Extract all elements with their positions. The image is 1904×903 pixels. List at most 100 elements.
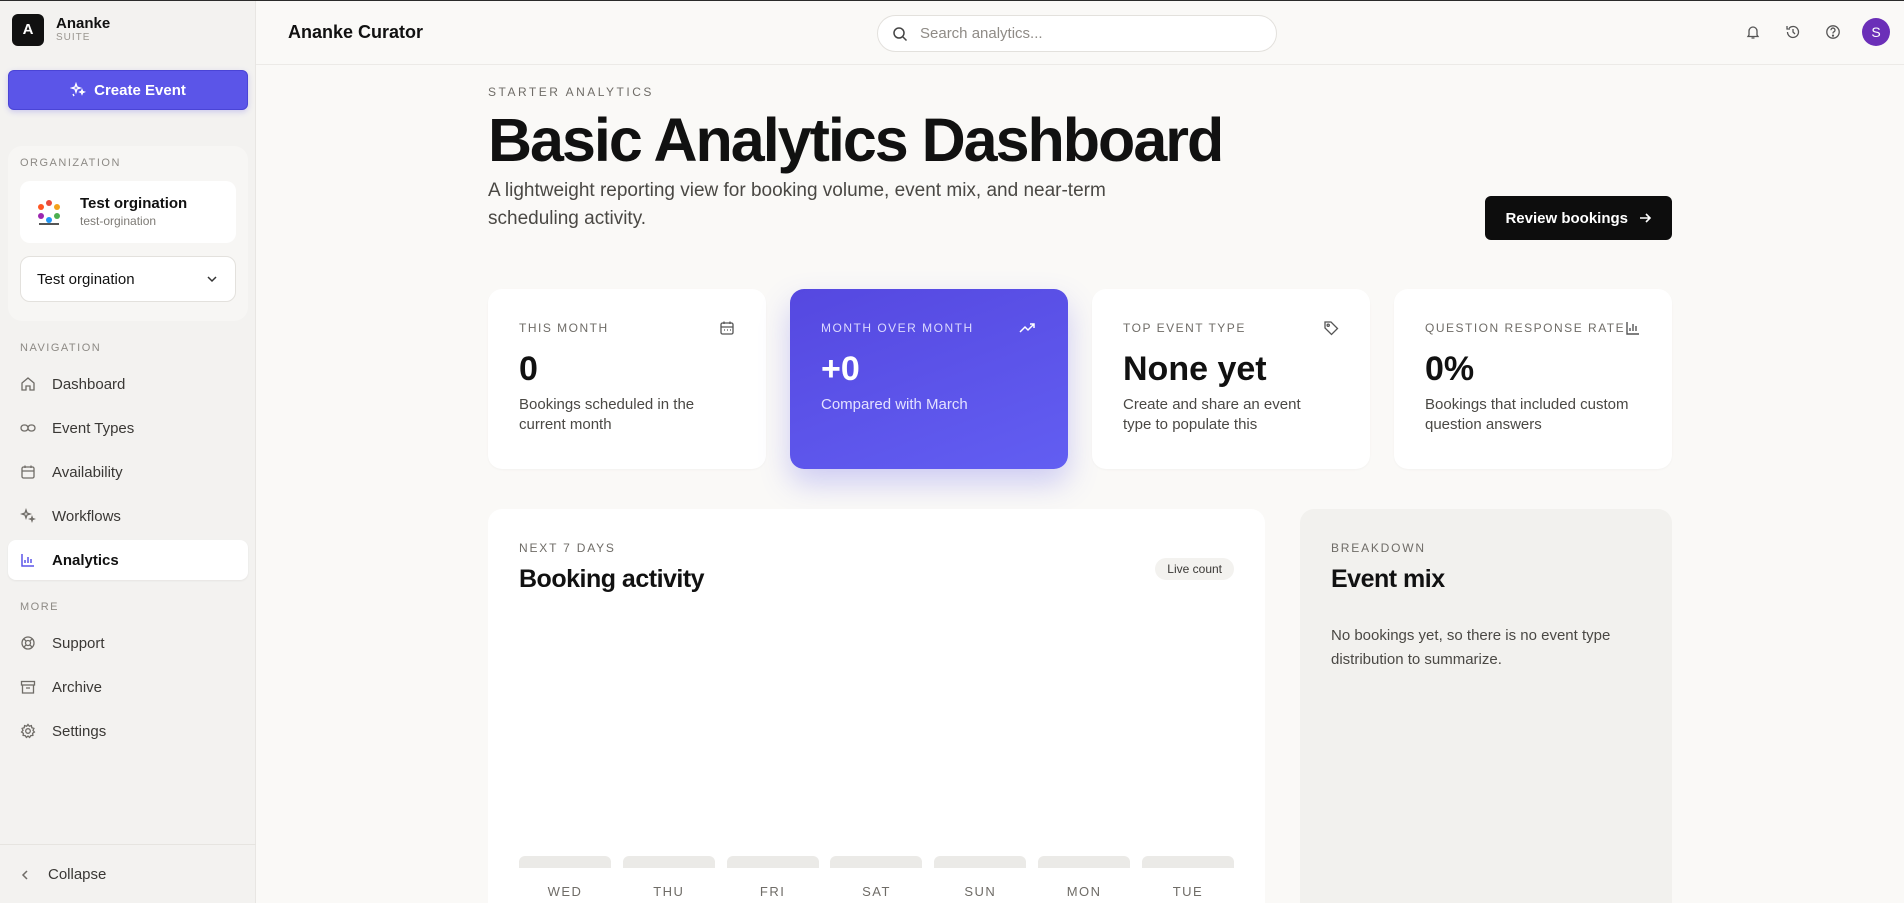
navigation-list: Dashboard Event Types Availability Workf… [8,364,248,584]
day-label: WED [547,884,583,899]
day-label: TUE [1172,884,1204,899]
home-icon [20,376,36,392]
bar-chart-icon [1626,322,1639,335]
brand[interactable]: A Ananke SUITE [0,1,255,46]
sidebar-item-settings[interactable]: Settings [8,711,248,751]
day-column: TUE [1141,856,1234,899]
sidebar-item-label: Archive [52,678,103,696]
day-bar [830,856,923,868]
brand-logo: A [12,13,44,46]
organization-section-label: ORGANIZATION [20,157,121,169]
arrow-right-icon [1640,213,1652,223]
page-description: A lightweight reporting view for booking… [488,180,1106,229]
chevron-down-icon [207,276,217,283]
stat-value: 0% [1425,350,1475,388]
stats-row: THIS MONTH 0 Bookings scheduled in the c… [488,289,1672,469]
navigation-section-label: NAVIGATION [20,342,102,354]
stat-description: Compared with March [821,396,968,413]
day-column: SAT [830,856,923,899]
sidebar-item-label: Workflows [52,507,121,525]
day-label: FRI [759,884,786,899]
organization-box[interactable]: Test orgination test-orgination [20,181,236,243]
stat-description: Create and share an event type to popula… [1123,396,1301,434]
sidebar-item-label: Event Types [52,419,135,437]
search-input[interactable] [920,25,1250,42]
bar-chart-icon [20,552,36,568]
organization-name: Test orgination [80,195,188,213]
stat-label: QUESTION RESPONSE RATE [1425,321,1626,335]
sidebar-item-label: Dashboard [52,375,126,393]
search-box[interactable] [877,15,1277,52]
stat-label: TOP EVENT TYPE [1123,321,1246,335]
bell-icon[interactable] [1742,21,1764,43]
mix-empty-message: No bookings yet, so there is no event ty… [1331,627,1611,668]
content: STARTER ANALYTICS Basic Analytics Dashbo… [488,65,1672,903]
sparkle-icon [70,82,87,97]
stat-description: Bookings that included custom question a… [1425,396,1629,434]
day-label: SUN [964,884,997,899]
stat-card-this-month: THIS MONTH 0 Bookings scheduled in the c… [488,289,766,469]
chevron-left-icon [21,869,28,880]
day-bar [622,856,715,868]
live-count-badge: Live count [1155,558,1234,580]
stat-card-top-event-type: TOP EVENT TYPE None yet Create and share… [1092,289,1370,469]
topbar-actions: S [1724,18,1890,46]
review-bookings-button[interactable]: Review bookings [1485,196,1672,240]
sidebar-item-label: Support [52,634,105,652]
mix-title: Event mix [1331,565,1445,593]
app-title: Ananke Curator [288,22,424,42]
sidebar-item-dashboard[interactable]: Dashboard [8,364,248,404]
day-bar [1141,856,1234,868]
archive-icon [20,679,36,695]
link-icon [20,420,36,436]
day-column: SUN [934,856,1027,899]
sidebar-item-label: Settings [52,722,107,740]
sidebar-item-workflows[interactable]: Workflows [8,496,248,536]
day-column: FRI [726,856,819,899]
collapse-label: Collapse [48,866,107,883]
day-column: THU [622,856,715,899]
tag-icon [1324,321,1339,336]
page-title: Basic Analytics Dashboard [488,106,1224,174]
search-icon [893,26,908,41]
day-bar [726,856,819,868]
history-icon[interactable] [1782,21,1804,43]
page-eyebrow: STARTER ANALYTICS [488,85,654,99]
organization-slug: test-orgination [80,213,157,228]
stat-card-month-over-month: MONTH OVER MONTH +0 Compared with March [790,289,1068,469]
sidebar-item-analytics[interactable]: Analytics [8,540,248,580]
day-bar [519,856,611,868]
collapse-button[interactable]: Collapse [0,844,256,903]
create-event-label: Create Event [94,81,186,99]
calendar-icon [720,321,734,335]
review-bookings-label: Review bookings [1505,209,1628,227]
sidebar: A Ananke SUITE Create Event ORGANIZATION [0,1,256,903]
lifebuoy-icon [20,635,36,651]
app-root: A Ananke SUITE Create Event ORGANIZATION [0,0,1904,903]
sidebar-item-label: Analytics [52,551,119,569]
organization-select-value: Test orgination [37,270,135,288]
organization-logo-icon [32,195,66,229]
activity-eyebrow: NEXT 7 DAYS [519,541,616,555]
avatar[interactable]: S [1862,18,1890,46]
booking-activity-card: NEXT 7 DAYS Booking activity Live count … [488,509,1265,903]
calendar-icon [20,464,36,480]
sidebar-item-event-types[interactable]: Event Types [8,408,248,448]
sidebar-item-archive[interactable]: Archive [8,667,248,707]
stat-value: 0 [519,350,538,388]
create-event-button[interactable]: Create Event [8,70,248,110]
organization-card: ORGANIZATION Test orgination test-orgina… [8,146,248,321]
organization-select[interactable]: Test orgination [20,256,236,302]
sidebar-item-support[interactable]: Support [8,623,248,663]
mix-eyebrow: BREAKDOWN [1331,541,1426,555]
day-label: THU [653,884,685,899]
day-bar [1038,856,1131,868]
day-column: WED [519,856,611,899]
sidebar-item-availability[interactable]: Availability [8,452,248,492]
more-list: Support Archive Settings [8,623,248,755]
stat-card-question-response-rate: QUESTION RESPONSE RATE 0% Bookings that … [1394,289,1672,469]
stat-label: MONTH OVER MONTH [821,321,974,335]
activity-title: Booking activity [519,565,705,593]
trending-up-icon [1019,323,1035,333]
help-icon[interactable] [1822,21,1844,43]
